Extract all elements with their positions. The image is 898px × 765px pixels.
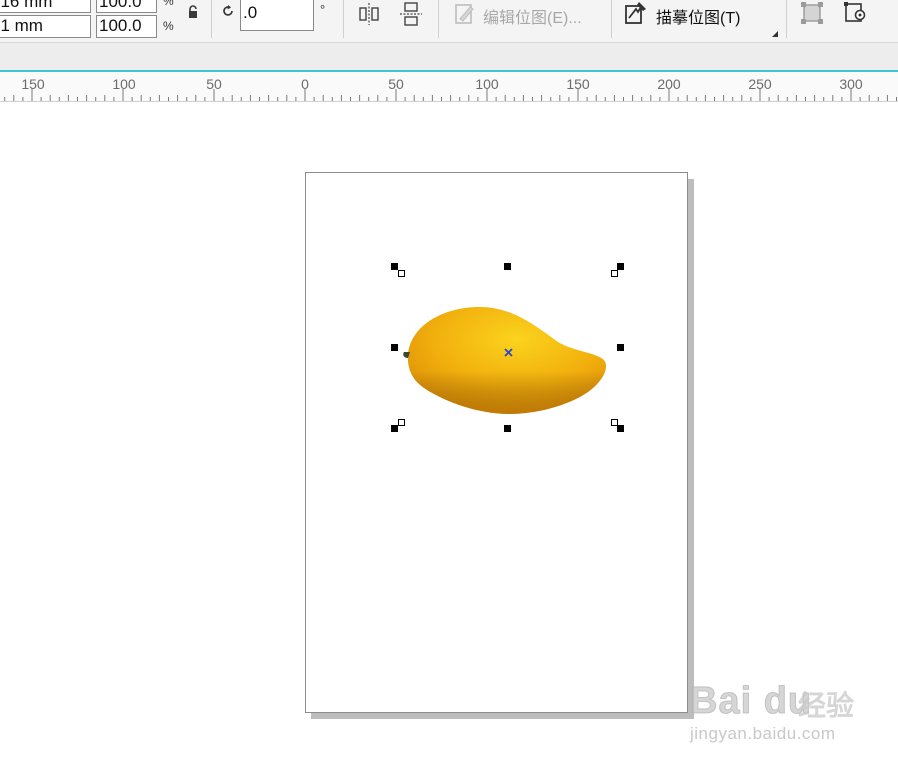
scale-x-field[interactable]: 100.0	[96, 0, 157, 13]
ruler-label: 0	[301, 76, 309, 92]
lock-icon[interactable]	[187, 5, 199, 24]
skew-handle-bottom-left[interactable]	[398, 419, 405, 426]
watermark-brand: Bai du	[689, 680, 813, 723]
selection-handle-bottom[interactable]	[504, 425, 511, 432]
object-height-field[interactable]: 81 mm	[0, 15, 91, 38]
ruler-label: 300	[839, 76, 863, 92]
resample-icon[interactable]	[843, 1, 867, 30]
skew-handle-bottom-right[interactable]	[611, 419, 618, 426]
scale-x-percent: %	[163, 0, 174, 8]
edit-bitmap-icon	[454, 2, 476, 31]
separator	[438, 0, 439, 38]
mirror-horizontal-icon[interactable]	[357, 2, 381, 31]
separator	[611, 0, 612, 38]
skew-handle-top-left[interactable]	[398, 270, 405, 277]
selection-handle-top-right[interactable]	[617, 263, 624, 270]
scale-y-percent: %	[163, 19, 174, 33]
degree-symbol: °	[320, 2, 326, 17]
ruler-label: 50	[206, 76, 222, 92]
selection-handle-top-left[interactable]	[391, 263, 398, 270]
scale-y-field[interactable]: 100.0	[96, 15, 157, 38]
document-page[interactable]	[305, 172, 688, 713]
center-marker-icon[interactable]	[504, 344, 513, 362]
separator	[343, 0, 344, 38]
horizontal-ruler[interactable]: 150 100 50 0 50 100 150 200 250 300	[0, 70, 898, 102]
separator	[786, 0, 787, 38]
crop-bitmap-icon[interactable]	[800, 1, 824, 30]
toolbar-gap	[0, 43, 898, 70]
edit-bitmap-button[interactable]: 编辑位图(E)...	[483, 4, 582, 28]
object-width-field[interactable]: 216 mm	[0, 0, 91, 13]
ruler-label: 100	[112, 76, 136, 92]
selection-handle-right[interactable]	[617, 344, 624, 351]
selection-handle-bottom-left[interactable]	[391, 425, 398, 432]
trace-bitmap-button[interactable]: 描摹位图(T)	[656, 4, 740, 28]
trace-bitmap-icon	[624, 0, 648, 31]
rotate-icon	[221, 4, 235, 23]
skew-handle-top-right[interactable]	[611, 270, 618, 277]
ruler-label: 250	[748, 76, 772, 92]
watermark-url: jingyan.baidu.com	[690, 724, 836, 743]
ruler-label: 150	[566, 76, 590, 92]
separator	[211, 0, 212, 38]
selection-handle-bottom-right[interactable]	[617, 425, 624, 432]
ruler-label: 100	[475, 76, 499, 92]
rotation-angle-field[interactable]: .0	[240, 0, 314, 31]
selection-handle-top[interactable]	[504, 263, 511, 270]
mirror-vertical-icon[interactable]	[399, 1, 423, 32]
selection-handle-left[interactable]	[391, 344, 398, 351]
dropdown-arrow-icon[interactable]	[772, 24, 778, 42]
watermark-brand-cn: 经验	[798, 690, 855, 721]
ruler-label: 200	[657, 76, 681, 92]
property-bar: 216 mm 81 mm 100.0 100.0 % % .0 °	[0, 0, 898, 43]
ruler-label: 150	[21, 76, 45, 92]
watermark: Bai du 经验 jingyan.baidu.com	[689, 668, 870, 748]
ruler-label: 50	[388, 76, 404, 92]
